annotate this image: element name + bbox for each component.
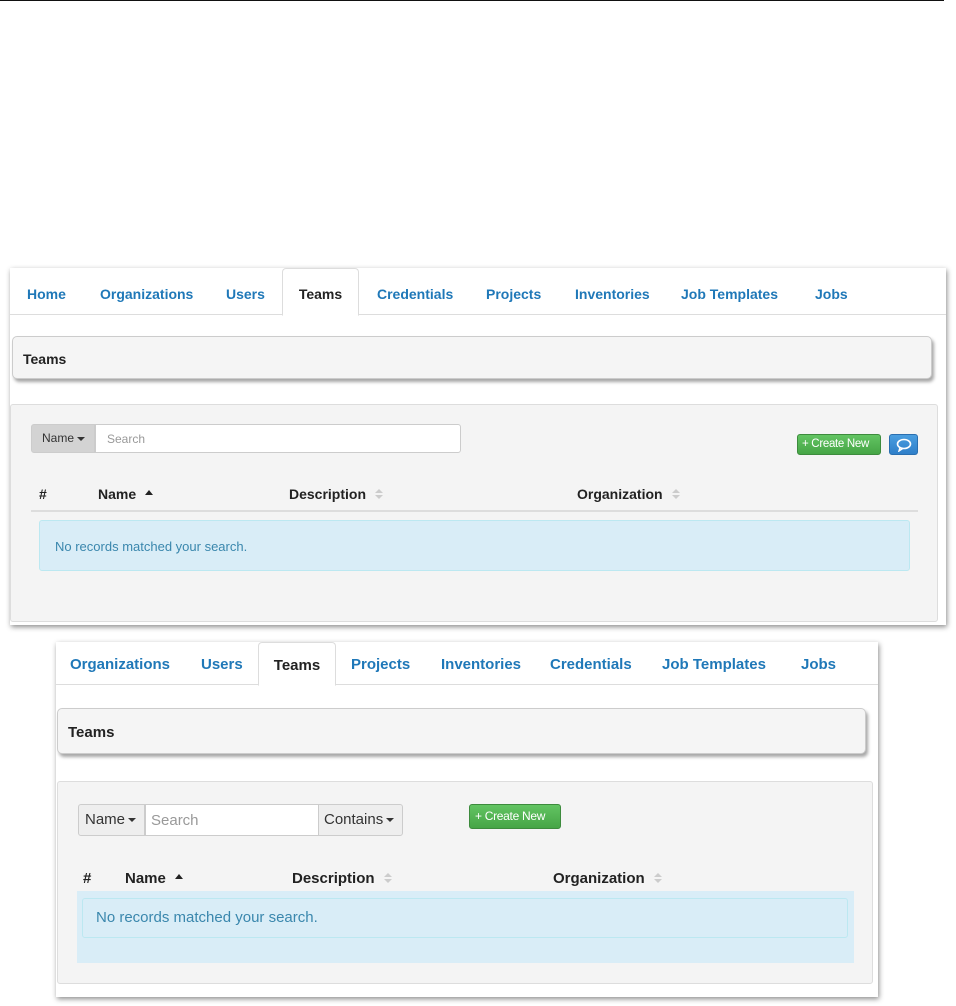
search-field-dropdown[interactable]: Name (31, 424, 95, 453)
search-operator-label: Contains (324, 811, 384, 828)
top-divider (0, 0, 944, 1)
column-header-number: # (83, 870, 92, 887)
search-field-label: Name (85, 811, 126, 828)
create-new-button[interactable]: + Create New (797, 434, 881, 455)
tab-job-templates[interactable]: Job Templates (662, 642, 766, 685)
tab-projects[interactable]: Projects (486, 268, 541, 315)
column-header-name[interactable]: Name (98, 486, 154, 502)
tab-credentials[interactable]: Credentials (550, 642, 632, 685)
page-title: Teams (57, 708, 866, 754)
tab-organizations[interactable]: Organizations (100, 268, 193, 315)
sort-icon (671, 488, 680, 500)
search-input[interactable] (95, 424, 461, 453)
teams-list-panel: Name + Create New # Name Description Org… (10, 404, 938, 622)
tab-users[interactable]: Users (226, 268, 265, 315)
column-header-organization-label: Organization (577, 486, 663, 502)
tab-credentials[interactable]: Credentials (377, 268, 453, 315)
teams-screenshot-2: Organizations Users Teams Projects Inven… (56, 642, 878, 997)
tab-jobs[interactable]: Jobs (815, 268, 848, 315)
tab-projects[interactable]: Projects (351, 642, 410, 685)
tab-teams[interactable]: Teams (258, 642, 336, 686)
tab-teams[interactable]: Teams (282, 268, 359, 316)
create-new-button[interactable]: + Create New (469, 804, 561, 829)
search-operator-dropdown[interactable]: Contains (318, 804, 403, 836)
column-header-description[interactable]: Description (289, 486, 384, 502)
sort-icon (383, 872, 392, 884)
column-header-name[interactable]: Name (125, 870, 183, 887)
tab-job-templates[interactable]: Job Templates (681, 268, 778, 315)
caret-down-icon (128, 818, 137, 823)
column-header-organization-label: Organization (553, 870, 645, 887)
page-title: Teams (12, 336, 932, 379)
tab-jobs[interactable]: Jobs (801, 642, 836, 685)
sort-icon (653, 872, 662, 884)
column-header-description[interactable]: Description (292, 870, 392, 887)
column-header-name-label: Name (98, 486, 137, 502)
sort-ascending-icon (145, 489, 154, 495)
column-header-organization[interactable]: Organization (553, 870, 662, 887)
column-header-description-label: Description (289, 486, 367, 502)
column-header-organization[interactable]: Organization (577, 486, 680, 502)
column-header-name-label: Name (125, 870, 166, 887)
search-field-label: Name (42, 431, 75, 445)
column-header-number: # (39, 486, 47, 502)
tab-users[interactable]: Users (201, 642, 243, 685)
sort-icon (375, 488, 384, 500)
search-input[interactable] (145, 804, 319, 836)
comments-icon (896, 438, 912, 452)
table-header-divider (31, 510, 918, 512)
tab-inventories[interactable]: Inventories (441, 642, 521, 685)
nav-tabs: Home Organizations Users Teams Credentia… (10, 268, 946, 316)
column-header-description-label: Description (292, 870, 375, 887)
teams-list-panel: Name Contains + Create New # Name Descri… (57, 781, 873, 984)
nav-tabs: Organizations Users Teams Projects Inven… (56, 642, 878, 686)
sort-ascending-icon (174, 873, 183, 879)
empty-state-alert: No records matched your search. (39, 520, 910, 571)
empty-state-alert: No records matched your search. (82, 898, 848, 938)
chat-button[interactable] (889, 434, 918, 455)
search-field-dropdown[interactable]: Name (78, 804, 145, 836)
caret-down-icon (386, 818, 395, 823)
tab-home[interactable]: Home (27, 268, 66, 315)
teams-screenshot-1: Home Organizations Users Teams Credentia… (10, 268, 946, 625)
caret-down-icon (77, 436, 86, 441)
tab-inventories[interactable]: Inventories (575, 268, 650, 315)
tab-organizations[interactable]: Organizations (70, 642, 170, 685)
